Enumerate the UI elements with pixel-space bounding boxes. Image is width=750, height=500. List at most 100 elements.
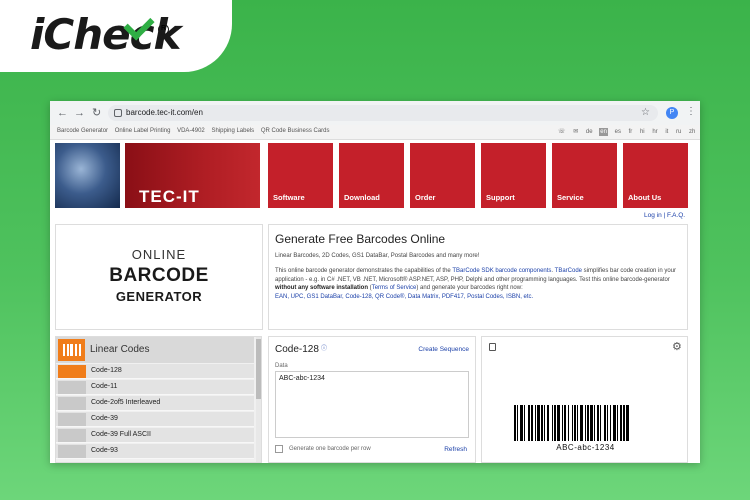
tbarcode-link[interactable]: TBarCode xyxy=(555,268,582,274)
components-link[interactable]: barcode components xyxy=(495,268,551,274)
tile-software[interactable]: Software xyxy=(268,143,333,208)
tile-label: Service xyxy=(557,193,584,202)
refresh-link[interactable]: Refresh xyxy=(444,446,467,453)
list-item[interactable]: Code-39 Full ASCII xyxy=(56,428,254,443)
logo-tab: iCheck R xyxy=(0,0,232,72)
tile-service[interactable]: Service xyxy=(552,143,617,208)
list-item[interactable]: Code-39 xyxy=(56,412,254,427)
profile-avatar[interactable]: P xyxy=(666,107,678,119)
create-sequence-link[interactable]: Create Sequence xyxy=(418,346,469,353)
list-item-label: Code-128 xyxy=(91,367,122,374)
scroll-thumb[interactable] xyxy=(256,339,261,399)
tec-it-brand: TEC-IT xyxy=(139,187,200,206)
barcode-icon xyxy=(58,339,85,361)
mail-icon[interactable]: ✉ xyxy=(572,127,579,136)
checkbox-label: Generate one barcode per row xyxy=(289,446,371,452)
list-item-label: Code-11 xyxy=(91,383,118,390)
lang-option[interactable]: zh xyxy=(688,128,696,136)
one-per-row-checkbox[interactable] xyxy=(275,445,283,453)
list-item-label: Code-2of5 Interleaved xyxy=(91,399,161,406)
list-item[interactable]: Code-93 xyxy=(56,444,254,459)
list-item-label: Code-39 xyxy=(91,415,118,422)
intro-description: This online barcode generator demonstrat… xyxy=(275,268,677,300)
sdk-link[interactable]: TBarCode SDK xyxy=(452,268,493,274)
data-textarea[interactable]: ABC-abc-1234 xyxy=(275,371,469,438)
top-link[interactable]: VDA-4902 xyxy=(177,128,205,134)
browser-toolbar: ← → ↻ barcode.tec-it.com/en ☆ P ⋮ xyxy=(50,101,700,125)
tec-it-banner[interactable]: TEC-IT xyxy=(125,143,260,208)
list-item[interactable]: Code-11 xyxy=(56,380,254,395)
logo-line-barcode: BARCODE xyxy=(109,265,209,286)
phone-icon[interactable]: ☏ xyxy=(557,127,567,136)
tile-label: Download xyxy=(344,193,380,202)
tile-label: Order xyxy=(415,193,436,202)
top-link[interactable]: Barcode Generator xyxy=(57,128,108,134)
item-swatch xyxy=(58,365,86,378)
barcode-type-title: Code-128 xyxy=(275,344,319,355)
category-header[interactable]: Linear Codes xyxy=(56,337,254,363)
top-link[interactable]: QR Code Business Cards xyxy=(261,128,330,134)
item-swatch xyxy=(58,397,86,410)
lang-option[interactable]: hr xyxy=(651,128,658,136)
item-swatch xyxy=(58,445,86,458)
intro-bold: without any software installation xyxy=(275,285,369,291)
tile-download[interactable]: Download xyxy=(339,143,404,208)
item-swatch xyxy=(58,429,86,442)
logo-text: iCheck xyxy=(30,10,181,59)
bookmark-star-icon[interactable]: ☆ xyxy=(641,105,650,121)
back-button[interactable]: ← xyxy=(57,106,68,120)
intro-box: Generate Free Barcodes Online Linear Bar… xyxy=(268,224,688,330)
language-selector: ☏ ✉ de en es fr hi hr it ru zh xyxy=(557,127,700,136)
reload-button[interactable]: ↻ xyxy=(92,106,101,120)
address-bar[interactable]: barcode.tec-it.com/en ☆ xyxy=(108,105,658,121)
tile-label: Software xyxy=(273,193,305,202)
barcode-preview-panel: ⚙ ABC-abc-1234 xyxy=(481,336,688,463)
top-link[interactable]: Shipping Labels xyxy=(211,128,254,134)
barcode-type-list: Linear Codes Code-128 Code-11 Code-2of5 … xyxy=(55,336,262,463)
tile-order[interactable]: Order xyxy=(410,143,475,208)
page-subtitle: Linear Barcodes, 2D Codes, GS1 DataBar, … xyxy=(275,253,480,259)
tile-label: About Us xyxy=(628,193,662,202)
list-item-selected[interactable]: Code-128 xyxy=(56,364,254,379)
data-input-panel: Code-128 ⓘ Create Sequence Data ABC-abc-… xyxy=(268,336,476,463)
browser-menu-icon[interactable]: ⋮ xyxy=(686,106,696,117)
code-type-links[interactable]: EAN, UPC, GS1 DataBar, Code-128, QR Code… xyxy=(275,294,533,300)
lang-option[interactable]: hi xyxy=(639,128,646,136)
lang-option[interactable]: fr xyxy=(628,128,634,136)
lang-option[interactable]: ru xyxy=(675,128,682,136)
copy-icon[interactable] xyxy=(489,343,496,351)
top-link[interactable]: Online Label Printing xyxy=(115,128,171,134)
tile-label: Support xyxy=(486,193,515,202)
item-swatch xyxy=(58,381,86,394)
registered-icon: R xyxy=(158,24,169,35)
lang-option[interactable]: es xyxy=(614,128,622,136)
tile-about-us[interactable]: About Us xyxy=(623,143,688,208)
banner-image xyxy=(55,143,120,208)
lang-option[interactable]: de xyxy=(585,128,594,136)
logo-line-generator: GENERATOR xyxy=(115,289,203,304)
page-title: Generate Free Barcodes Online xyxy=(275,232,446,246)
faq-link[interactable]: F.A.Q. xyxy=(667,212,685,219)
site-top-nav: Barcode Generator Online Label Printing … xyxy=(50,125,700,140)
top-links: Barcode Generator Online Label Printing … xyxy=(57,128,335,134)
list-item[interactable]: Code-2of5 Interleaved xyxy=(56,396,254,411)
login-link[interactable]: Log in xyxy=(644,212,662,219)
lang-option-active[interactable]: en xyxy=(599,128,608,136)
info-icon[interactable]: ⓘ xyxy=(321,343,327,352)
online-barcode-generator-logo: ONLINE BARCODE GENERATOR xyxy=(55,224,263,330)
tile-support[interactable]: Support xyxy=(481,143,546,208)
gear-icon[interactable]: ⚙ xyxy=(672,340,682,353)
intro-text: ) and generate your barcodes right now: xyxy=(416,285,523,291)
list-scrollbar[interactable] xyxy=(256,337,261,462)
browser-window: ← → ↻ barcode.tec-it.com/en ☆ P ⋮ Barcod… xyxy=(50,101,700,463)
url-text: barcode.tec-it.com/en xyxy=(126,108,203,117)
lang-option[interactable]: it xyxy=(664,128,669,136)
forward-button[interactable]: → xyxy=(74,106,85,120)
logo-line-online: ONLINE xyxy=(131,247,187,262)
data-label: Data xyxy=(275,363,288,369)
intro-text: This online barcode generator demonstrat… xyxy=(275,268,453,274)
site-info-icon[interactable] xyxy=(114,109,122,117)
barcode-human-readable: ABC-abc-1234 xyxy=(556,443,615,452)
category-title: Linear Codes xyxy=(90,344,150,355)
terms-link[interactable]: Terms of Service xyxy=(372,285,417,291)
